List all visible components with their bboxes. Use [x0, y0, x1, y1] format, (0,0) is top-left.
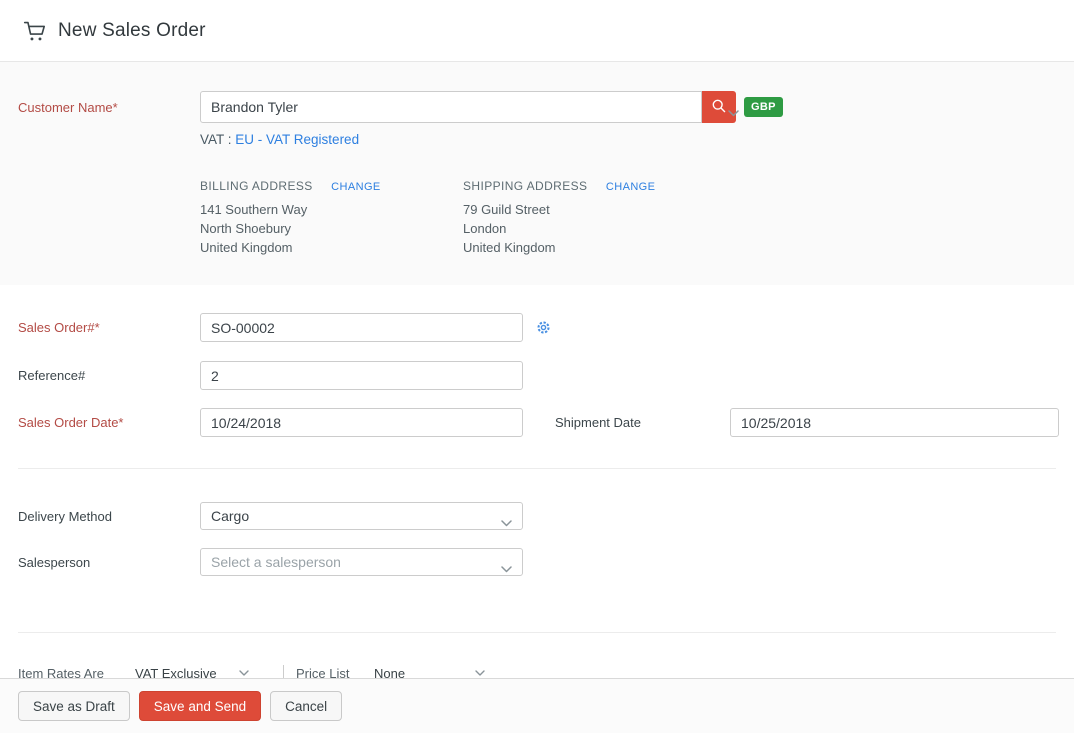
- customer-name-input[interactable]: [200, 91, 702, 123]
- order-date-label: Sales Order Date*: [18, 415, 200, 430]
- billing-change-link[interactable]: CHANGE: [331, 181, 380, 193]
- sales-order-number-input[interactable]: [200, 313, 523, 342]
- section-divider: [18, 632, 1056, 633]
- chevron-down-icon[interactable]: [728, 104, 739, 122]
- vat-treatment-link[interactable]: EU - VAT Registered: [235, 132, 359, 147]
- save-and-send-button[interactable]: Save and Send: [139, 691, 261, 721]
- cancel-button[interactable]: Cancel: [270, 691, 342, 721]
- delivery-method-value: Cargo: [211, 508, 249, 524]
- salesperson-label: Salesperson: [18, 555, 200, 570]
- chevron-down-icon: [475, 670, 485, 676]
- reference-row: Reference#: [18, 361, 1074, 390]
- cart-icon: [22, 18, 48, 44]
- dates-row: Sales Order Date* Shipment Date: [18, 408, 1074, 437]
- order-date-input[interactable]: [200, 408, 523, 437]
- customer-name-row: Customer Name* GBP: [18, 91, 1074, 123]
- shipping-address-block: SHIPPING ADDRESS CHANGE 79 Guild Street …: [463, 177, 655, 257]
- shipping-address-line: London: [463, 220, 655, 238]
- reference-label: Reference#: [18, 368, 200, 383]
- salesperson-select[interactable]: Select a salesperson: [200, 548, 523, 576]
- save-as-draft-button[interactable]: Save as Draft: [18, 691, 130, 721]
- action-footer: Save as Draft Save and Send Cancel: [0, 678, 1074, 733]
- order-details-section: Sales Order#* Reference# Sales Order Dat…: [0, 285, 1074, 682]
- reference-input[interactable]: [200, 361, 523, 390]
- chevron-down-icon: [239, 670, 249, 676]
- billing-address-line: North Shoebury: [200, 220, 463, 238]
- salesperson-placeholder: Select a salesperson: [211, 554, 341, 570]
- shipping-address-heading: SHIPPING ADDRESS: [463, 179, 587, 193]
- billing-address-block: BILLING ADDRESS CHANGE 141 Southern Way …: [200, 177, 463, 257]
- salesperson-row: Salesperson Select a salesperson: [18, 548, 1074, 576]
- customer-name-combobox: GBP: [200, 91, 783, 123]
- section-divider: [18, 468, 1056, 469]
- sales-order-number-label: Sales Order#*: [18, 320, 200, 335]
- delivery-method-label: Delivery Method: [18, 509, 200, 524]
- delivery-method-row: Delivery Method Cargo: [18, 502, 1074, 530]
- shipment-date-label: Shipment Date: [555, 415, 730, 430]
- currency-badge: GBP: [744, 97, 783, 117]
- shipping-change-link[interactable]: CHANGE: [606, 181, 655, 193]
- page-header: New Sales Order: [0, 0, 1074, 62]
- chevron-down-icon: [501, 560, 512, 576]
- sales-order-number-row: Sales Order#*: [18, 313, 1074, 342]
- shipping-address-line: United Kingdom: [463, 239, 655, 257]
- billing-address-line: United Kingdom: [200, 239, 463, 257]
- gear-icon[interactable]: [536, 320, 551, 335]
- new-sales-order-page: New Sales Order Customer Name* GBP VAT :…: [0, 0, 1074, 733]
- chevron-down-icon: [501, 514, 512, 530]
- vat-label: VAT :: [200, 132, 232, 147]
- customer-name-label: Customer Name*: [18, 100, 200, 115]
- customer-section: Customer Name* GBP VAT : EU - VAT Regist…: [0, 62, 1074, 285]
- vat-treatment: VAT : EU - VAT Registered: [200, 132, 1074, 147]
- billing-address-heading: BILLING ADDRESS: [200, 179, 313, 193]
- shipping-address-line: 79 Guild Street: [463, 201, 655, 219]
- billing-address-line: 141 Southern Way: [200, 201, 463, 219]
- delivery-method-select[interactable]: Cargo: [200, 502, 523, 530]
- shipment-date-input[interactable]: [730, 408, 1059, 437]
- page-title: New Sales Order: [58, 20, 206, 42]
- addresses: BILLING ADDRESS CHANGE 141 Southern Way …: [200, 177, 1074, 257]
- search-icon: [711, 98, 727, 117]
